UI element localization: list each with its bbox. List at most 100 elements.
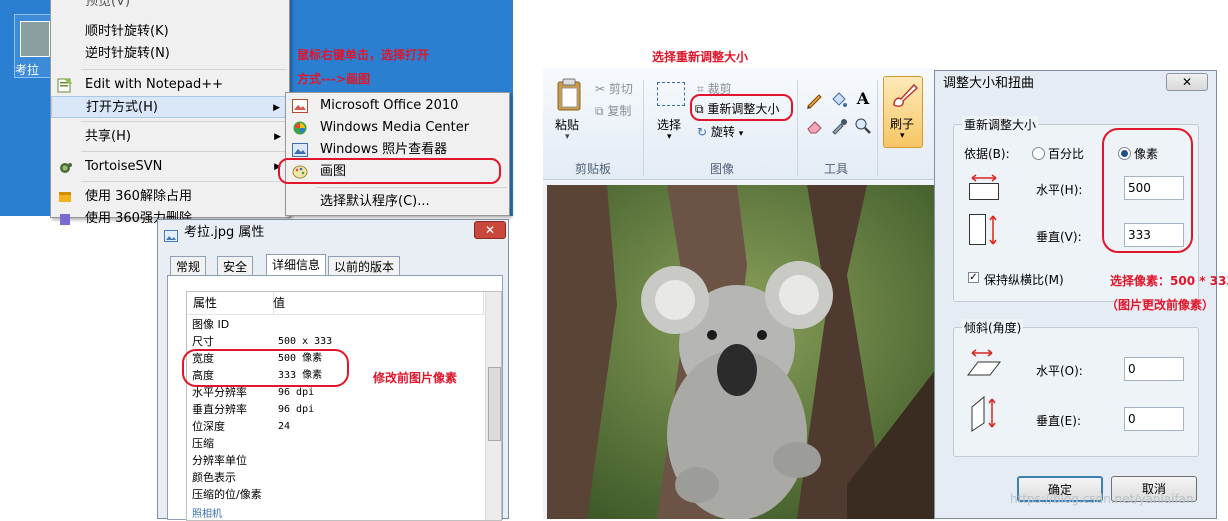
highlight-ring-dimensions — [182, 349, 349, 387]
desktop-file-icon[interactable]: 考拉 — [14, 14, 54, 78]
percent-label: 百分比 — [1048, 147, 1085, 161]
tab-details[interactable]: 详细信息 — [266, 254, 327, 277]
properties-title-bar[interactable]: 考拉.jpg 属性 — [158, 220, 508, 246]
table-row[interactable]: 位深度 24 — [192, 418, 472, 435]
annotation-select-resize: 选择重新调整大小 — [652, 50, 749, 64]
property-list-scrollbar[interactable] — [485, 292, 501, 520]
dropdown-arrow-icon: ▾ — [667, 132, 672, 142]
vertical-skew-icon — [970, 395, 1002, 433]
koala-photo — [547, 185, 939, 519]
ribbon-separator — [643, 80, 644, 176]
menu-item-share[interactable]: 共享(H) ▶ — [51, 126, 289, 148]
koala-thumbnail-icon — [20, 21, 50, 57]
tortoisesvn-icon — [57, 159, 73, 175]
dialog-close-button[interactable]: ✕ — [1166, 73, 1208, 91]
text-tool-icon[interactable]: A — [853, 89, 873, 109]
pencil-tool-icon[interactable] — [805, 90, 825, 110]
menu-item-360-unlock[interactable]: 使用 360解除占用 — [51, 186, 289, 208]
notepadpp-icon — [57, 77, 73, 93]
menu-item-preview[interactable]: 预览(V) — [51, 0, 289, 13]
windows-media-center-icon — [292, 121, 308, 135]
360-delete-icon — [57, 211, 73, 227]
360-unlock-icon — [57, 189, 73, 205]
color-picker-tool-icon[interactable] — [829, 116, 849, 136]
context-menu: 预览(V) 顺时针旋转(K) 逆时针旋转(N) Edit with Notepa… — [50, 0, 290, 226]
select-button[interactable]: 选择 ▾ — [653, 80, 689, 150]
table-row[interactable]: 压缩的位/像素 — [192, 486, 472, 503]
keep-ratio-checkbox[interactable]: ✓ — [968, 272, 979, 283]
resize-group-title: 重新调整大小 — [962, 116, 1039, 133]
skew-group: 倾斜(角度) 水平(O): 0 垂直(E): 0 — [953, 319, 1199, 457]
submenu-item-choose-default[interactable]: 选择默认程序(C)... — [286, 191, 509, 213]
dialog-title: 调整大小和扭曲 — [943, 76, 1035, 91]
horizontal-resize-icon — [968, 173, 1000, 201]
properties-close-button[interactable]: ✕ — [474, 221, 506, 239]
fill-tool-icon[interactable] — [829, 90, 849, 110]
paint-ribbon: 粘贴 ▾ ✂ 剪切 ⧉ 复制 剪贴板 选择 ▾ ⌗ 裁剪 ⧉ 重新调整大小 ↻ … — [543, 68, 939, 180]
column-header-property[interactable]: 属性 — [187, 292, 274, 314]
menu-item-edit-notepadpp[interactable]: Edit with Notepad++ — [51, 74, 289, 96]
menu-separator — [81, 181, 287, 182]
cut-button[interactable]: ✂ 剪切 — [595, 80, 633, 97]
clipboard-icon — [556, 78, 584, 112]
highlight-ring-resize — [690, 94, 793, 121]
menu-item-tortoisesvn[interactable]: TortoiseSVN ▶ — [51, 156, 289, 178]
copy-button[interactable]: ⧉ 复制 — [595, 102, 631, 119]
table-row[interactable]: 分辨率单位 — [192, 452, 472, 469]
paste-button[interactable]: 粘贴 ▾ — [553, 78, 587, 154]
submenu-arrow-icon: ▶ — [274, 132, 281, 142]
group-label-tools: 工具 — [824, 162, 849, 176]
group-label-image: 图像 — [710, 162, 735, 176]
menu-separator — [81, 69, 287, 70]
table-row[interactable]: 颜色表示 — [192, 469, 472, 486]
vertical-label: 垂直(V): — [1036, 230, 1082, 244]
submenu-item-media-center[interactable]: Windows Media Center — [286, 117, 509, 139]
scrollbar-thumb[interactable] — [488, 367, 501, 441]
menu-item-open-with[interactable]: 打开方式(H) ▶ — [51, 96, 289, 118]
submenu-arrow-icon: ▶ — [273, 103, 280, 113]
brush-icon — [890, 81, 919, 109]
property-list: 属性 值 图像 ID 尺寸 500 x 333 宽度 500 像素 高度 333 像素… — [186, 291, 502, 521]
skew-vertical-input[interactable]: 0 — [1124, 407, 1184, 431]
annotation-right-click-line2: 方式--->画图 — [297, 72, 370, 86]
header-divider — [187, 314, 485, 315]
paint-window: 粘贴 ▾ ✂ 剪切 ⧉ 复制 剪贴板 选择 ▾ ⌗ 裁剪 ⧉ 重新调整大小 ↻ … — [543, 68, 939, 519]
submenu-item-office[interactable]: Microsoft Office 2010 — [286, 95, 509, 117]
copy-icon: ⧉ — [595, 104, 604, 118]
annotation-before-pixels: 修改前图片像素 — [373, 371, 458, 385]
details-panel: 属性 值 图像 ID 尺寸 500 x 333 宽度 500 像素 高度 333 像素… — [167, 275, 503, 521]
photo-viewer-icon — [292, 143, 308, 157]
dropdown-arrow-icon: ▾ — [565, 132, 570, 142]
watermark-text: https://blog.csdn.net/yanlaifan — [1010, 492, 1194, 506]
brushes-button[interactable]: 刷子 ▾ — [883, 76, 923, 148]
image-file-icon — [164, 226, 178, 242]
office-picture-icon — [292, 99, 308, 113]
properties-title: 考拉.jpg 属性 — [184, 225, 265, 240]
horizontal-skew-icon — [966, 348, 1002, 378]
rotate-icon: ↻ — [697, 125, 708, 139]
open-with-submenu: Microsoft Office 2010 Windows Media Cent… — [285, 92, 510, 216]
vertical-resize-icon — [968, 213, 1000, 247]
group-label-clipboard: 剪贴板 — [575, 162, 612, 176]
annotation-select-pixels: 选择像素：500 * 333 — [1110, 274, 1228, 288]
annotation-before-change: （图片更改前像素） — [1106, 298, 1215, 312]
table-row[interactable]: 垂直分辨率 96 dpi — [192, 401, 472, 418]
table-row[interactable]: 尺寸 500 x 333 — [192, 333, 472, 350]
selection-rect-icon — [657, 82, 685, 106]
skew-horizontal-input[interactable]: 0 — [1124, 357, 1184, 381]
column-header-value[interactable]: 值 — [267, 292, 484, 314]
rotate-button[interactable]: ↻ 旋转 ▾ — [697, 123, 743, 140]
skew-vertical-label: 垂直(E): — [1036, 414, 1081, 428]
dropdown-arrow-icon: ▾ — [900, 131, 905, 141]
highlight-ring-paint — [278, 158, 501, 184]
keep-ratio-label: 保持纵横比(M) — [984, 273, 1064, 287]
menu-item-rotate-clockwise[interactable]: 顺时针旋转(K) — [51, 21, 289, 43]
ribbon-separator — [877, 80, 878, 176]
magnifier-tool-icon[interactable] — [853, 116, 873, 136]
eraser-tool-icon[interactable] — [805, 116, 825, 136]
percent-radio[interactable] — [1032, 147, 1045, 160]
table-row[interactable]: 压缩 — [192, 435, 472, 452]
menu-item-rotate-counterclockwise[interactable]: 逆时针旋转(N) — [51, 43, 289, 65]
table-row[interactable]: 图像 ID — [192, 316, 472, 333]
menu-separator — [81, 121, 287, 122]
